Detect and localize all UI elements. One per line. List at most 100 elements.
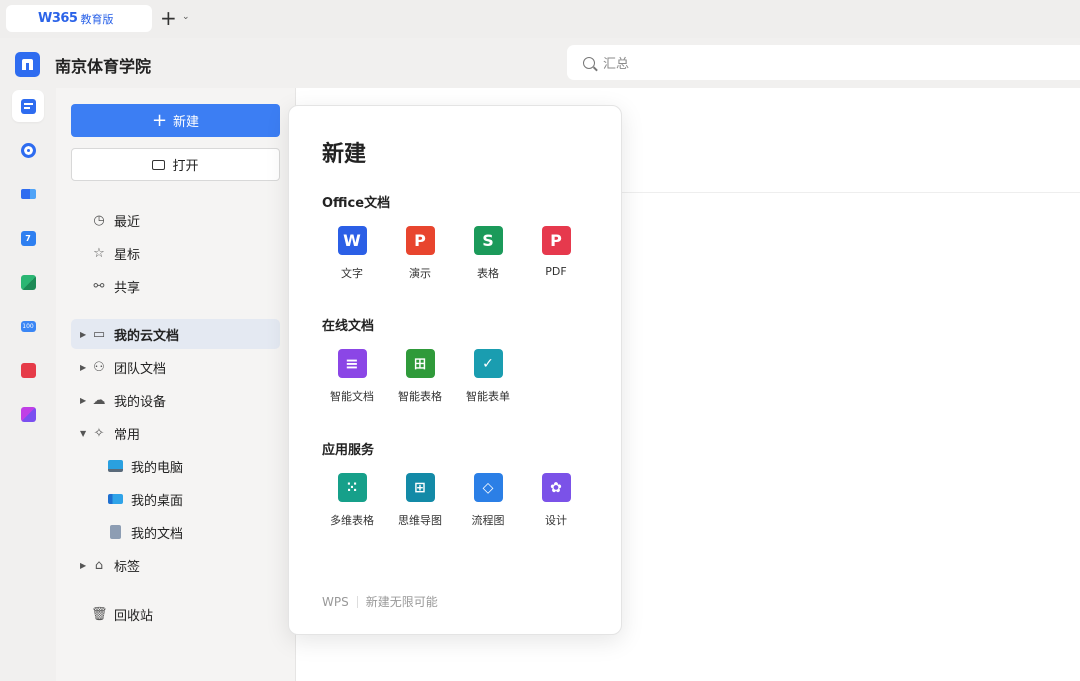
app-label: 思维导图: [398, 514, 442, 527]
sidebar-item-label: 常用: [114, 427, 141, 443]
new-spreadsheet-button[interactable]: S 表格: [458, 226, 518, 281]
new-smart-form-button[interactable]: ✓ 智能表单: [458, 349, 518, 404]
new-mind-map-button[interactable]: ⊞ 思维导图: [390, 473, 450, 528]
team-icon: ⚇: [93, 359, 105, 375]
new-smart-sheet-button[interactable]: 田 智能表格: [390, 349, 450, 404]
expand-arrow-icon[interactable]: ▶: [71, 396, 86, 405]
sidebar: + 新建 打开 ◷ 最近 ☆ 星标 ⚯ 共享 ▶ ▭ 我的云文档 ▶ ⚇ 团队文档 …: [56, 88, 296, 681]
folder-icon: ▭: [92, 326, 106, 342]
app-label: PDF: [545, 265, 567, 278]
new-flowchart-button[interactable]: ◇ 流程图: [458, 473, 518, 528]
header: 南京体育学院 汇总: [0, 38, 1080, 88]
sidebar-item-label: 回收站: [114, 608, 154, 624]
spreadsheet-icon: S: [473, 226, 503, 255]
sidebar-item-trash[interactable]: 🗑 回收站: [71, 599, 280, 629]
sidebar-item-label: 最近: [114, 214, 141, 230]
document-icon: [110, 525, 121, 539]
search-icon: [583, 56, 595, 69]
rail-meeting[interactable]: [12, 178, 44, 210]
app-label: 智能表格: [398, 390, 442, 403]
image-icon: [20, 274, 36, 290]
sidebar-item-starred[interactable]: ☆ 星标: [71, 238, 280, 268]
cloud-upload-icon: ☁: [92, 392, 106, 408]
sidebar-item-my-desktop[interactable]: 我的桌面: [108, 484, 183, 514]
sidebar-item-common[interactable]: ▼ ✧ 常用: [71, 418, 280, 448]
sidebar-item-label: 我的设备: [114, 394, 167, 410]
expand-arrow-icon[interactable]: ▶: [71, 561, 86, 570]
pin-icon: ✧: [93, 425, 105, 441]
collapse-arrow-icon[interactable]: ▼: [71, 429, 86, 438]
share-icon: ⚯: [93, 278, 105, 294]
computer-icon: [108, 460, 123, 472]
app-label: 多维表格: [330, 514, 374, 527]
new-smart-doc-button[interactable]: ≡ 智能文档: [322, 349, 382, 404]
app-label: 智能表单: [466, 390, 510, 403]
new-presentation-button[interactable]: P 演示: [390, 226, 450, 281]
open-button[interactable]: 打开: [71, 148, 280, 181]
sidebar-item-label: 我的电脑: [131, 460, 184, 476]
sidebar-item-my-documents[interactable]: 我的文档: [108, 517, 183, 547]
new-button[interactable]: + 新建: [71, 104, 280, 137]
sidebar-item-label: 我的云文档: [114, 328, 180, 344]
app-label: 表格: [477, 267, 499, 280]
mind-map-icon: ⊞: [405, 473, 435, 502]
sidebar-item-my-computer[interactable]: 我的电脑: [108, 451, 183, 481]
plus-icon: +: [151, 109, 168, 131]
rail-photos[interactable]: [12, 266, 44, 298]
writer-icon: W: [337, 226, 367, 255]
rail-messages[interactable]: [12, 134, 44, 166]
trash-icon: 🗑: [91, 606, 108, 622]
search-placeholder: 汇总: [603, 57, 630, 72]
app-label: 文字: [341, 267, 363, 280]
app-label: 设计: [545, 514, 567, 527]
open-button-label: 打开: [172, 159, 199, 174]
rail-docs[interactable]: [12, 90, 44, 122]
sidebar-item-label: 我的文档: [131, 526, 184, 542]
new-writer-button[interactable]: W 文字: [322, 226, 382, 281]
new-multi-table-button[interactable]: ⁙ 多维表格: [322, 473, 382, 528]
desktop-icon: [108, 494, 123, 504]
section-title-online: 在线文档: [322, 319, 375, 334]
search-input[interactable]: 汇总: [567, 45, 1080, 80]
divider: [356, 595, 358, 608]
folder-open-icon: [152, 159, 166, 170]
expand-arrow-icon[interactable]: ▶: [71, 363, 86, 372]
rail-pdf[interactable]: [12, 354, 44, 386]
pdf-icon: P: [541, 226, 571, 255]
sidebar-item-tags[interactable]: ▶ ⌂ 标签: [71, 550, 280, 580]
sidebar-item-recent[interactable]: ◷ 最近: [71, 205, 280, 235]
video-icon: [20, 189, 36, 199]
home-icon[interactable]: [15, 52, 40, 77]
rail-classroom[interactable]: 100: [12, 310, 44, 342]
smart-sheet-icon: 田: [405, 349, 435, 378]
expand-arrow-icon[interactable]: ▶: [71, 330, 86, 339]
sidebar-item-label: 星标: [114, 247, 141, 263]
footer-brand: WPS: [322, 594, 349, 609]
clock-icon: ◷: [93, 212, 105, 228]
tab-edition-label: 教育版: [80, 12, 114, 26]
org-name: 南京体育学院: [55, 57, 152, 76]
sidebar-item-my-devices[interactable]: ▶ ☁ 我的设备: [71, 385, 280, 415]
sidebar-item-team-docs[interactable]: ▶ ⚇ 团队文档: [71, 352, 280, 382]
score-icon: 100: [20, 320, 36, 332]
section-title-office: Office文档: [322, 196, 391, 211]
sidebar-item-shared[interactable]: ⚯ 共享: [71, 271, 280, 301]
new-tab-button[interactable]: +: [160, 7, 177, 29]
star-icon: ☆: [93, 245, 105, 261]
chevron-down-icon[interactable]: ⌄: [182, 12, 190, 22]
popup-footer: WPS 新建无限可能: [322, 593, 438, 610]
flowchart-icon: ◇: [473, 473, 503, 502]
new-pdf-button[interactable]: P PDF: [526, 226, 586, 278]
wps365-logo: W365: [38, 11, 78, 26]
docs-icon: [20, 98, 36, 114]
sidebar-item-my-cloud-docs[interactable]: ▶ ▭ 我的云文档: [71, 319, 280, 349]
rail-apps[interactable]: [12, 398, 44, 430]
pdf-icon: [20, 362, 36, 378]
sidebar-item-label: 团队文档: [114, 361, 167, 377]
app-rail: 7 100: [0, 88, 56, 681]
new-button-label: 新建: [173, 115, 200, 130]
smart-form-icon: ✓: [473, 349, 503, 378]
rail-calendar[interactable]: 7: [12, 222, 44, 254]
new-design-button[interactable]: ✿ 设计: [526, 473, 586, 528]
tab-wps365[interactable]: W365 教育版: [6, 5, 152, 32]
